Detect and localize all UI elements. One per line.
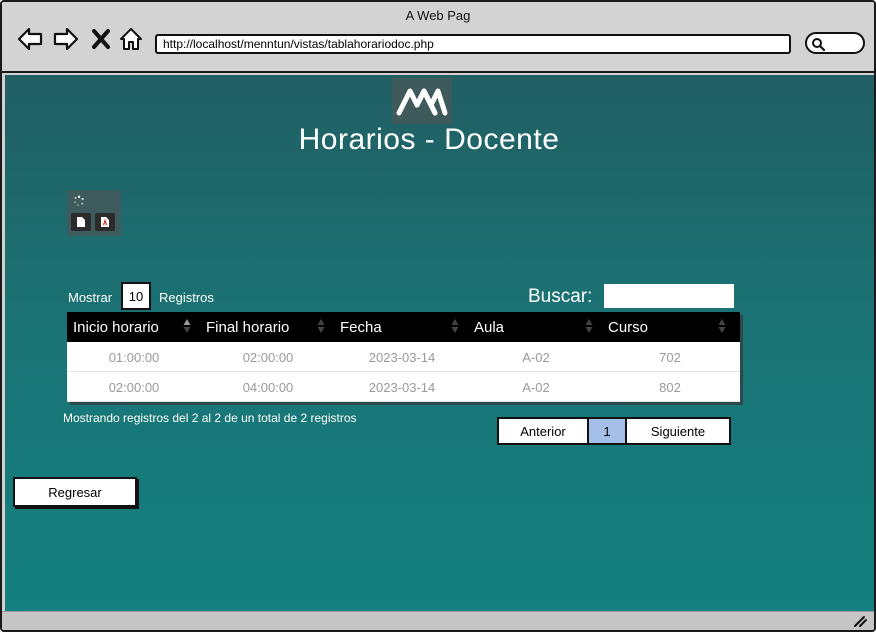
cell-final: 02:00:00 [242, 349, 294, 365]
previous-page-button[interactable]: Anterior [497, 417, 589, 445]
cell-aula: A-02 [522, 349, 550, 365]
home-icon[interactable] [118, 26, 144, 52]
table-info: Mostrando registros del 2 al 2 de un tot… [63, 411, 357, 425]
spinner-icon[interactable] [73, 195, 85, 207]
cell-inicio: 02:00:00 [108, 379, 160, 395]
export-buttons [67, 190, 121, 236]
column-header-inicio[interactable]: Inicio horario [73, 312, 159, 342]
page-length-select[interactable]: 10 [121, 282, 151, 310]
length-label-suffix: Registros [159, 290, 214, 305]
search-input[interactable] [604, 284, 734, 308]
cell-curso: 702 [659, 349, 681, 365]
column-header-fecha[interactable]: Fecha [340, 312, 382, 342]
next-page-button[interactable]: Siguiente [625, 417, 731, 445]
cell-curso: 802 [659, 379, 681, 395]
browser-chrome: A Web Pag http://localhost/menntun/vista… [2, 2, 874, 73]
page-content: Horarios - Docente Mostrar 10 Registros … [5, 75, 874, 611]
status-bar [2, 611, 874, 630]
table-header: Inicio horario Final horario Fecha Aula … [67, 312, 740, 342]
cell-inicio: 01:00:00 [108, 349, 160, 365]
current-page-button[interactable]: 1 [587, 417, 627, 445]
sort-icon[interactable] [317, 318, 325, 334]
close-icon[interactable] [90, 26, 112, 52]
table-row[interactable]: 02:00:00 04:00:00 2023-03-14 A-02 802 [67, 372, 740, 402]
back-button[interactable]: Regresar [13, 477, 137, 507]
resize-icon[interactable] [852, 614, 868, 628]
length-label-prefix: Mostrar [68, 290, 113, 305]
browser-window: A Web Pag http://localhost/menntun/vista… [0, 0, 876, 632]
file-icon [77, 217, 85, 227]
sort-icon[interactable] [451, 318, 459, 334]
search-icon [812, 38, 825, 51]
column-header-aula[interactable]: Aula [474, 312, 504, 342]
window-title: A Web Pag [405, 8, 471, 23]
sort-icon[interactable] [718, 318, 726, 334]
pdf-file-icon [101, 217, 109, 227]
schedule-table: Inicio horario Final horario Fecha Aula … [67, 312, 740, 402]
sort-icon[interactable] [585, 318, 593, 334]
logo-icon [392, 78, 452, 124]
export-document-button[interactable] [71, 213, 91, 231]
sort-icon[interactable] [183, 318, 191, 334]
cell-final: 04:00:00 [242, 379, 294, 395]
cell-aula: A-02 [522, 379, 550, 395]
browser-search-box[interactable] [805, 32, 865, 54]
page-title: Horarios - Docente [298, 123, 560, 156]
search-label: Buscar: [528, 286, 593, 307]
cell-fecha: 2023-03-14 [368, 379, 436, 395]
forward-arrow-icon[interactable] [52, 26, 80, 52]
url-bar[interactable]: http://localhost/menntun/vistas/tablahor… [155, 34, 791, 54]
back-arrow-icon[interactable] [16, 26, 44, 52]
cell-fecha: 2023-03-14 [368, 349, 436, 365]
export-pdf-button[interactable] [95, 213, 115, 231]
table-row[interactable]: 01:00:00 02:00:00 2023-03-14 A-02 702 [67, 342, 740, 372]
column-header-curso[interactable]: Curso [608, 312, 648, 342]
column-header-final[interactable]: Final horario [206, 312, 289, 342]
